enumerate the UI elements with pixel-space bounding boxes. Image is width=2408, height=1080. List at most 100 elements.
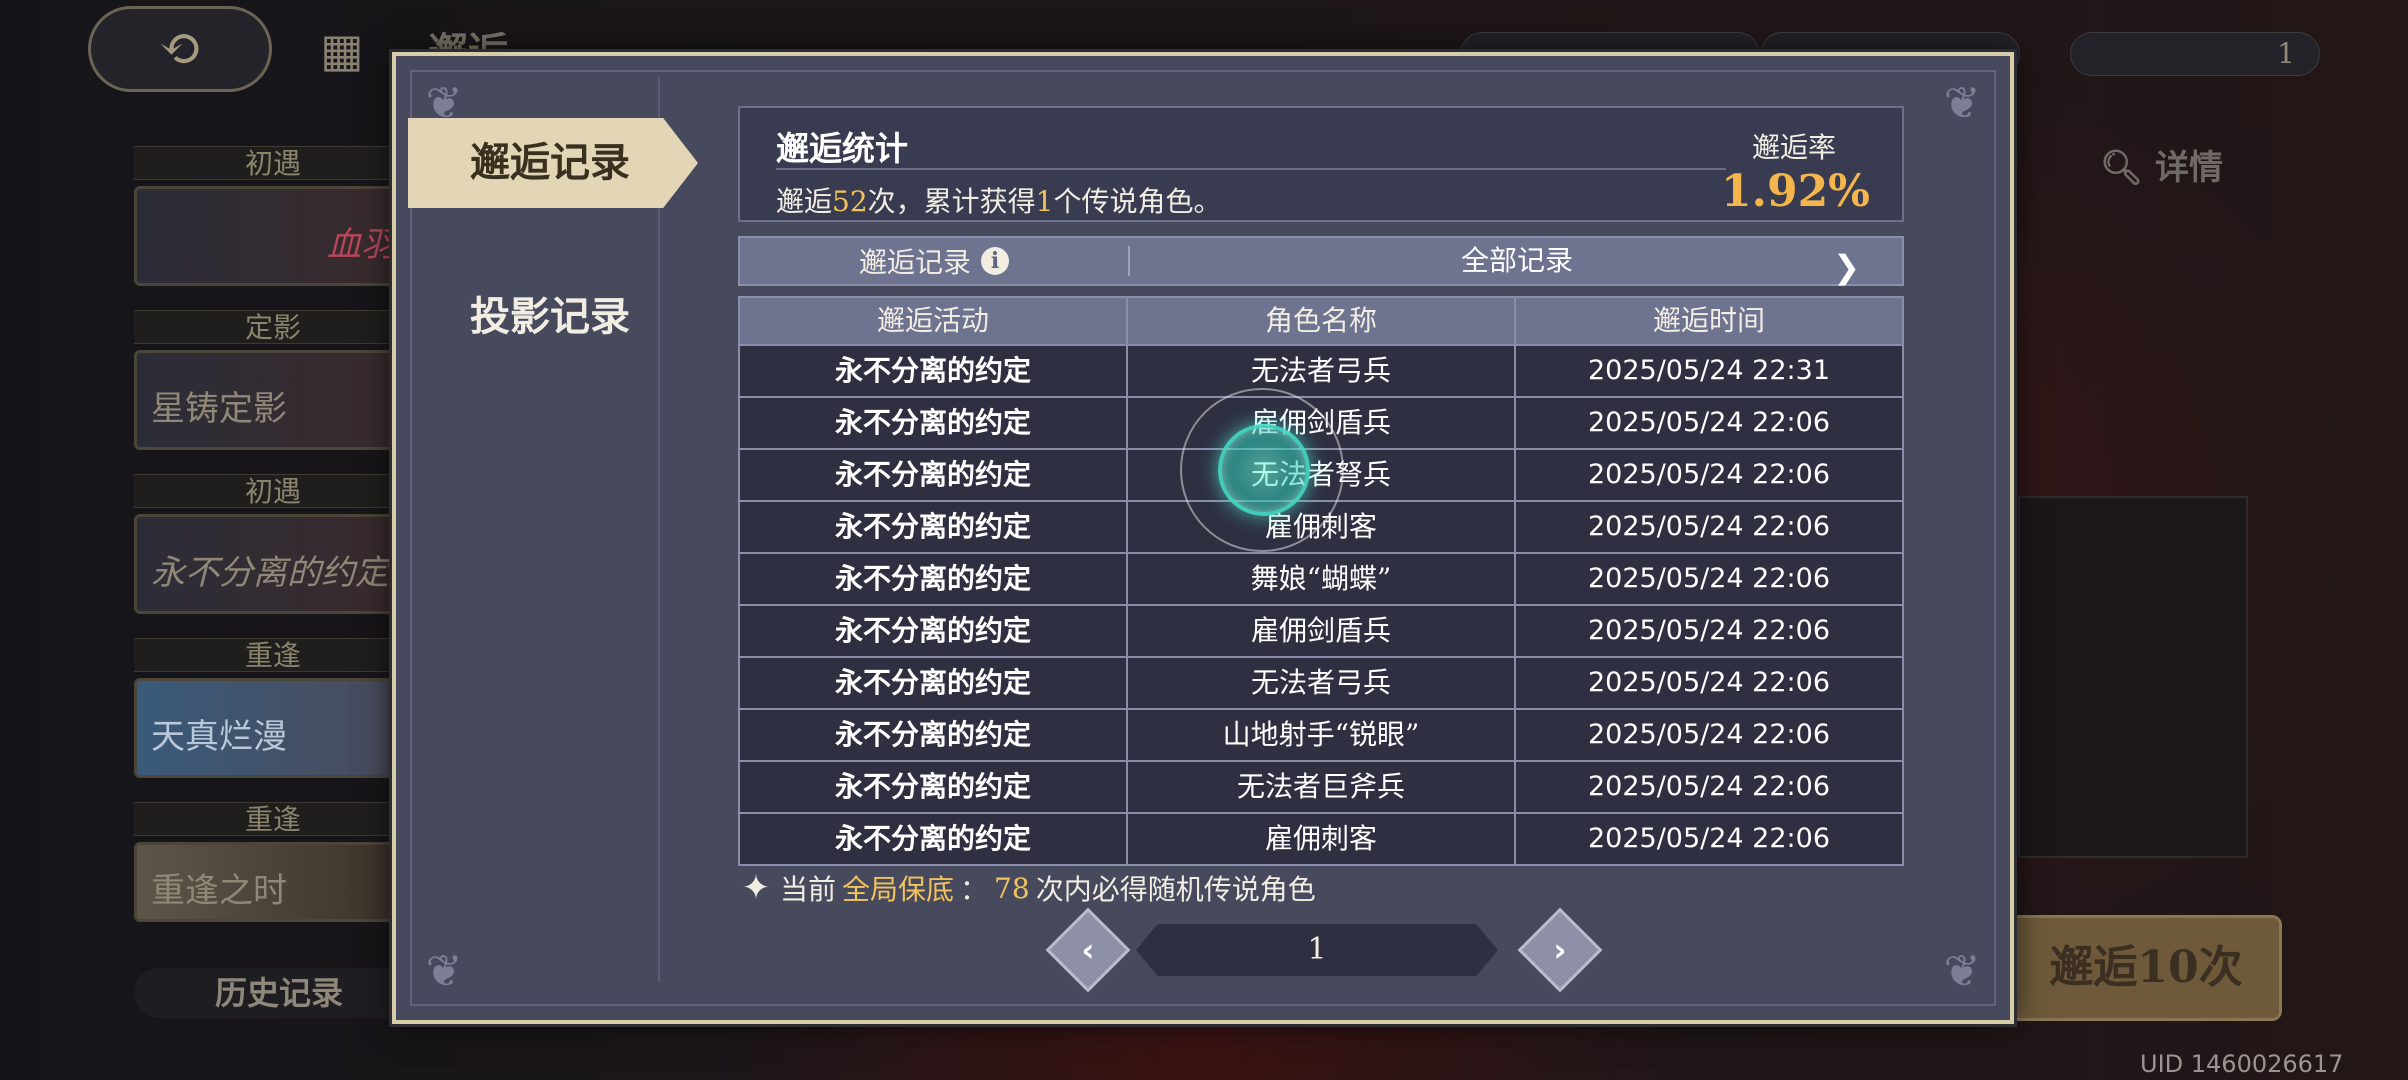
banner-label: 天真烂漫: [134, 678, 412, 778]
banner-label: 重逢之时: [134, 842, 412, 922]
cell-character: 无法者弓兵: [1128, 346, 1516, 396]
pity-colon: ：: [960, 873, 989, 906]
stats-divider: [776, 168, 1726, 170]
rate-value: 1.92%: [1721, 166, 1870, 217]
menu-icon[interactable]: ▦: [310, 18, 374, 82]
cell-character: 雇佣刺客: [1128, 502, 1516, 552]
cell-activity: 永不分离的约定: [740, 710, 1128, 760]
cell-character: 雇佣剑盾兵: [1128, 398, 1516, 448]
history-button[interactable]: 历史记录: [134, 968, 424, 1018]
cell-time: 2025/05/24 22:06: [1587, 563, 1830, 594]
pull-count: 52: [832, 185, 868, 218]
pity-count: 78: [994, 871, 1030, 905]
back-icon: ⟲: [158, 19, 202, 79]
chevron-left-icon: ‹: [1081, 931, 1095, 969]
table-row: 永不分离的约定 无法者弩兵 2025/05/24 22:06: [740, 448, 1902, 500]
table-row: 永不分离的约定 舞娘“蝴蝶” 2025/05/24 22:06: [740, 552, 1902, 604]
side-banner-5[interactable]: 重逢 重逢之时: [134, 802, 412, 922]
pull-10-button[interactable]: 邂逅10次: [2010, 915, 2282, 1021]
cell-time: 2025/05/24 22:06: [1587, 667, 1830, 698]
table-row: 永不分离的约定 雇佣剑盾兵 2025/05/24 22:06: [740, 604, 1902, 656]
side-banner-3[interactable]: 初遇 永不分离的约定: [134, 474, 412, 614]
cell-activity: 永不分离的约定: [740, 814, 1128, 864]
banner-label: 永不分离的约定: [134, 514, 412, 614]
stats-title: 邂逅统计: [776, 129, 908, 168]
cell-character: 无法者弓兵: [1128, 658, 1516, 708]
back-button[interactable]: ⟲: [88, 6, 272, 92]
currency-bar-3: 1: [2070, 32, 2320, 76]
cell-character: 雇佣剑盾兵: [1128, 606, 1516, 656]
cell-activity: 永不分离的约定: [740, 450, 1128, 500]
cell-time: 2025/05/24 22:06: [1587, 459, 1830, 490]
cell-activity: 永不分离的约定: [740, 554, 1128, 604]
legendary-count: 1: [1035, 185, 1054, 218]
background-panel: [2018, 496, 2248, 858]
cell-time: 2025/05/24 22:06: [1587, 823, 1830, 854]
record-tabs: 邂逅记录 投影记录: [406, 76, 698, 982]
table-row: 永不分离的约定 雇佣刺客 2025/05/24 22:06: [740, 500, 1902, 552]
cell-activity: 永不分离的约定: [740, 502, 1128, 552]
banner-tag: 初遇: [134, 146, 412, 180]
table-row: 永不分离的约定 无法者弓兵 2025/05/24 22:06: [740, 656, 1902, 708]
chevron-right-icon: ›: [1553, 931, 1567, 969]
sparkle-icon: ✦: [741, 868, 771, 908]
table-row: 永不分离的约定 雇佣刺客 2025/05/24 22:06: [740, 812, 1902, 864]
cell-character: 山地射手“锐眼”: [1128, 710, 1516, 760]
cell-time: 2025/05/24 22:06: [1587, 511, 1830, 542]
encounter-record-modal: ❦ ❦ ❦ ❦ 邂逅记录 投影记录 邂逅统计 邂逅52次，累计获得1个传说角色。…: [392, 52, 2014, 1024]
record-table: 邂逅活动 角色名称 邂逅时间 永不分离的约定 无法者弓兵 2025/05/24 …: [738, 296, 1904, 866]
uid-label: UID 1460026617: [2140, 1050, 2344, 1078]
stats-suffix: 个传说角色。: [1053, 185, 1222, 218]
detail-label: 详情: [2155, 148, 2224, 188]
table-row: 永不分离的约定 山地射手“锐眼” 2025/05/24 22:06: [740, 708, 1902, 760]
cell-character: 雇佣刺客: [1128, 814, 1516, 864]
banner-label: 星铸定影: [134, 350, 412, 450]
table-row: 永不分离的约定 无法者弓兵 2025/05/24 22:31: [740, 344, 1902, 396]
tab-encounter-records[interactable]: 邂逅记录: [408, 118, 698, 208]
side-banner-1[interactable]: 初遇 血羽: [134, 146, 412, 286]
cell-activity: 永不分离的约定: [740, 606, 1128, 656]
banner-tag: 初遇: [134, 474, 412, 508]
table-header: 邂逅活动 角色名称 邂逅时间: [740, 298, 1902, 344]
banner-tag: 定影: [134, 310, 412, 344]
pity-notice: ✦ 当前 全局保底： 78 次内必得随机传说角色: [738, 868, 1316, 908]
filter-value: 全部记录: [1460, 244, 1573, 277]
tab-projection-records[interactable]: 投影记录: [408, 272, 698, 362]
filter-label: 邂逅记录 i: [740, 238, 1128, 284]
chevron-right-icon: ❯: [1833, 248, 1860, 286]
cell-character: 无法者弩兵: [1128, 450, 1516, 500]
cell-time: 2025/05/24 22:06: [1587, 719, 1830, 750]
record-filter-dropdown[interactable]: 全部记录 ❯: [1130, 238, 1904, 286]
cell-activity: 永不分离的约定: [740, 658, 1128, 708]
rate-label: 邂逅率: [1751, 131, 1836, 164]
encounter-stats-box: 邂逅统计 邂逅52次，累计获得1个传说角色。 邂逅率 1.92%: [738, 106, 1904, 222]
cell-character: 无法者巨斧兵: [1128, 762, 1516, 812]
banner-label: 血羽: [134, 186, 412, 286]
table-row: 永不分离的约定 雇佣剑盾兵 2025/05/24 22:06: [740, 396, 1902, 448]
column-header-character: 角色名称: [1128, 298, 1516, 344]
filter-label-text: 邂逅记录: [858, 246, 971, 279]
column-header-time: 邂逅时间: [1652, 304, 1765, 337]
detail-button[interactable]: 🔍︎ 详情: [2100, 140, 2223, 189]
corner-ornament-icon: ❦: [1943, 946, 1981, 997]
pity-suffix: 次内必得随机传说角色: [1035, 873, 1316, 906]
record-filter-bar: 邂逅记录 i 全部记录 ❯: [738, 236, 1904, 286]
banner-tag: 重逢: [134, 802, 412, 836]
cell-activity: 永不分离的约定: [740, 398, 1128, 448]
side-banner-4[interactable]: 重逢 天真烂漫: [134, 638, 412, 778]
page-number: 1: [1136, 924, 1498, 976]
info-icon[interactable]: i: [981, 247, 1009, 275]
side-banner-2[interactable]: 定影 星铸定影: [134, 310, 412, 450]
stats-mid: 次，累计获得: [867, 185, 1036, 218]
banner-tag: 重逢: [134, 638, 412, 672]
table-row: 永不分离的约定 无法者巨斧兵 2025/05/24 22:06: [740, 760, 1902, 812]
cell-time: 2025/05/24 22:06: [1587, 771, 1830, 802]
cell-activity: 永不分离的约定: [740, 762, 1128, 812]
corner-ornament-icon: ❦: [1943, 78, 1981, 129]
stats-prefix: 邂逅: [776, 185, 833, 218]
column-header-activity: 邂逅活动: [740, 298, 1128, 344]
pity-prefix: 当前: [780, 873, 837, 906]
cell-character: 舞娘“蝴蝶”: [1128, 554, 1516, 604]
pity-highlight: 全局保底: [842, 873, 955, 906]
stats-summary: 邂逅52次，累计获得1个传说角色。: [776, 180, 1222, 220]
